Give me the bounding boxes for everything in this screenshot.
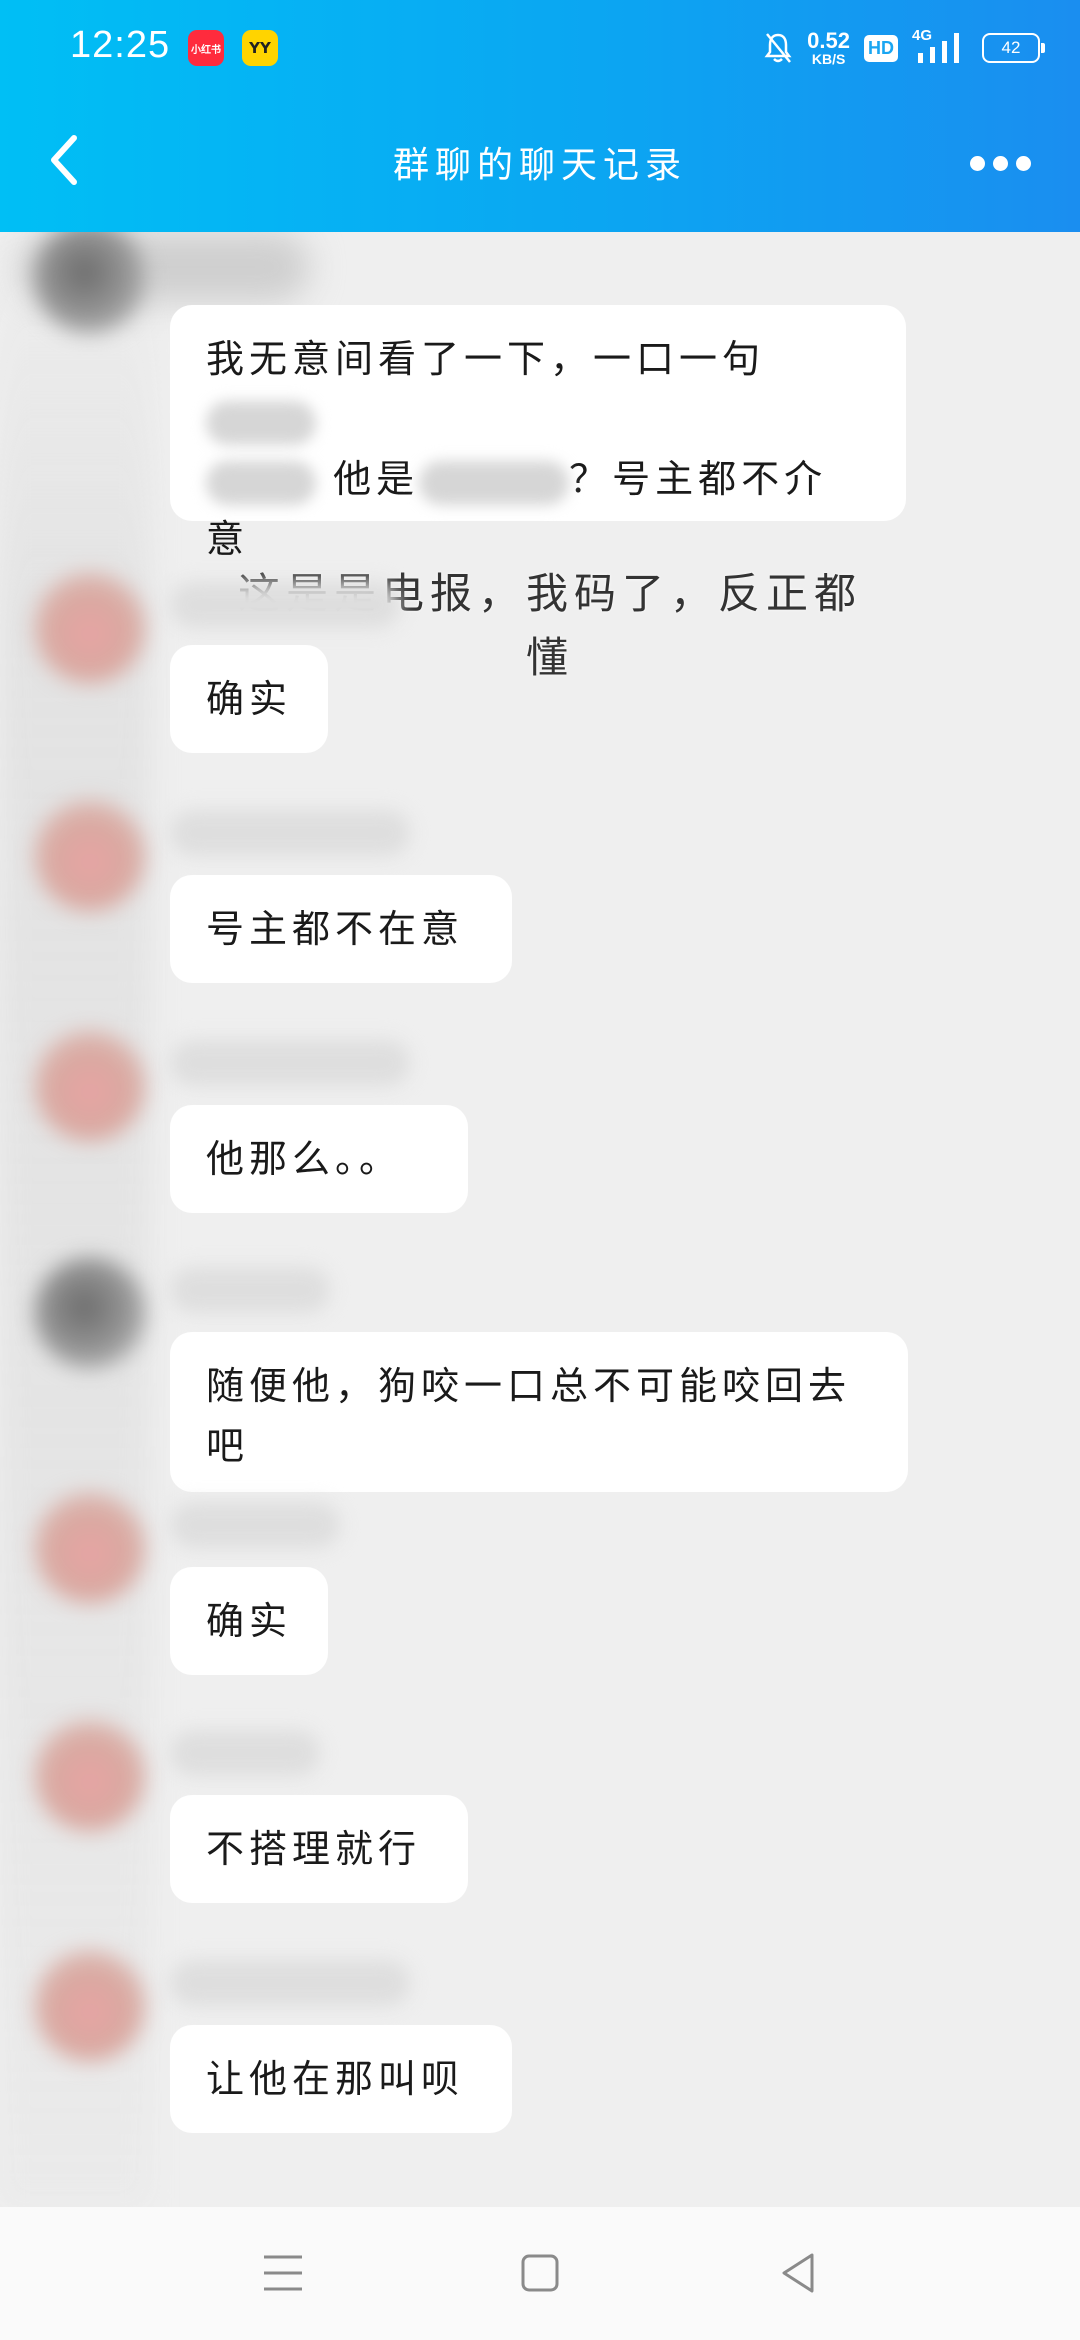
sender-name [170, 1040, 410, 1086]
network-speed-value: 0.52 [807, 28, 850, 53]
page-title: 群聊的聊天记录 [392, 145, 687, 186]
avatar[interactable] [34, 1030, 146, 1142]
message-bubble[interactable]: 确实 [170, 1567, 328, 1675]
message-text: 确实 [206, 1599, 293, 1643]
message-text: 确实 [206, 677, 293, 721]
message-text: 不搭理就行 [206, 1827, 422, 1871]
message-bubble[interactable]: 让他在那叫呗 [170, 2025, 512, 2133]
square-home-icon [521, 2254, 559, 2292]
sender-name [170, 1960, 410, 2006]
more-dot [1016, 155, 1031, 171]
sender-name [170, 1730, 320, 1776]
status-time: 12:25 [70, 24, 171, 66]
message-text: 他是 [333, 457, 420, 501]
nav-bar: 群聊的聊天记录 [0, 96, 1080, 232]
yy-app-icon: YY [242, 30, 278, 66]
battery-icon: 42 [982, 33, 1045, 63]
message-bubble[interactable]: 确实 [170, 645, 328, 753]
message-text: 他那么。。 [206, 1137, 403, 1181]
sender-name [170, 582, 400, 628]
blur-redaction [206, 400, 316, 445]
more-dot [993, 155, 1008, 171]
network-speed-unit: KB/S [811, 51, 846, 67]
avatar[interactable] [34, 1257, 146, 1369]
message-bubble[interactable]: 随便他，狗咬一口总不可能咬回去吧 [170, 1332, 908, 1492]
message-bubble[interactable]: 我无意间看了一下，一口一句 他是 ？号主都不介意 [170, 305, 906, 561]
message-text: 我无意间看了一下，一口一句 [206, 337, 766, 381]
blur-redaction [419, 460, 570, 505]
status-bar: 12:25 小红书 YY 0.52 KB/S HD 4G 42 [0, 0, 1080, 96]
triangle-back-icon [782, 2253, 814, 2293]
more-dots-icon [970, 155, 985, 171]
back-nav-button[interactable] [778, 2251, 818, 2299]
message-text: 让他在那叫呗 [206, 2057, 465, 2101]
screen: 12:25 小红书 YY 0.52 KB/S HD 4G 42 群聊的聊天记录 … [0, 0, 1080, 2340]
avatar[interactable] [34, 572, 146, 684]
sender-name [170, 1267, 330, 1313]
bell-muted-icon [764, 33, 792, 63]
recent-apps-button[interactable] [262, 2251, 304, 2299]
sender-name [170, 1502, 340, 1548]
hd-icon: HD [864, 34, 898, 62]
status-indicators: 0.52 KB/S HD 4G 42 [763, 26, 1045, 70]
home-button[interactable] [520, 2251, 560, 2299]
xiaohongshu-app-icon: 小红书 [188, 30, 224, 66]
message-text: 随便他，狗咬一口总不可能咬回去吧 [206, 1364, 852, 1468]
system-navigation-bar [0, 2207, 1080, 2340]
header: 12:25 小红书 YY 0.52 KB/S HD 4G 42 群聊的聊天记录 [0, 0, 1080, 232]
battery-level: 42 [1001, 38, 1021, 57]
message-bubble[interactable]: 号主都不在意 [170, 875, 512, 983]
menu-lines-icon [264, 2255, 302, 2291]
avatar[interactable] [34, 800, 146, 912]
blur-redaction [0, 232, 150, 2207]
avatar[interactable] [34, 1492, 146, 1604]
avatar[interactable] [34, 1720, 146, 1832]
signal-4g-icon: 4G [912, 27, 968, 65]
network-speed: 0.52 KB/S [807, 28, 850, 67]
chat-history[interactable]: 我无意间看了一下，一口一句 他是 ？号主都不介意 这是是电报，我码了，反正都懂 确… [0, 232, 1080, 2207]
blur-redaction [206, 460, 316, 505]
sender-name [170, 810, 410, 856]
message-bubble[interactable]: 他那么。。 [170, 1105, 468, 1213]
message-bubble[interactable]: 不搭理就行 [170, 1795, 468, 1903]
avatar[interactable] [34, 1950, 146, 2062]
more-button[interactable] [970, 148, 1040, 178]
message-text: 号主都不在意 [206, 907, 465, 951]
